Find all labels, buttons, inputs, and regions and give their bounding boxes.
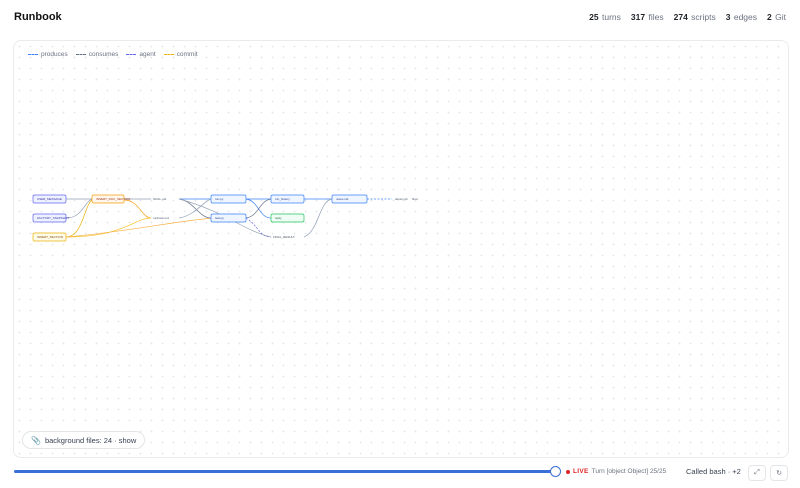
- svg-text:run.py: run.py: [215, 197, 224, 201]
- svg-text:USER_MESSAGE: USER_MESSAGE: [37, 197, 62, 201]
- timeline-fill: [14, 470, 556, 473]
- stat-edges: 3 edges: [725, 12, 758, 22]
- graph-node[interactable]: FACTORY_SNAPSHOT: [32, 213, 69, 223]
- graph-node[interactable]: run.py: [210, 194, 247, 204]
- graph-node[interactable]: reply: [270, 213, 305, 223]
- stat-scripts: 274 scripts: [673, 12, 716, 22]
- background-files-toggle[interactable]: 📎 background files: 24 · show: [22, 431, 146, 449]
- paperclip-icon: 📎: [31, 435, 41, 445]
- stats-bar: 25 turns 317 files 274 scripts 3 edges 2…: [589, 12, 786, 22]
- graph-node[interactable]: SKILL.md: [153, 197, 167, 201]
- timeline-slider[interactable]: [14, 466, 561, 477]
- svg-text:SKILL.md: SKILL.md: [153, 197, 167, 201]
- stat-git: 2 Git: [767, 12, 786, 22]
- called-status: Called bash · +2: [686, 467, 741, 476]
- graph-canvas[interactable]: produces consumes agent commit USER_MESS…: [13, 40, 789, 458]
- stat-turns: 25 turns: [589, 12, 621, 22]
- app-title: Runbook: [14, 11, 62, 23]
- expand-icon: ⤢: [754, 469, 760, 476]
- graph-node[interactable]: run_history: [270, 194, 305, 204]
- graph-node[interactable]: notes.md: [331, 194, 368, 204]
- graph-node[interactable]: deploy.sh: [395, 197, 408, 201]
- expand-button[interactable]: ⤢: [748, 465, 766, 481]
- timeline-thumb[interactable]: [550, 466, 561, 477]
- timeline-bar: LIVE Turn [object Object] 25/25 Called b…: [0, 458, 800, 488]
- graph-node[interactable]: test.py: [210, 213, 247, 223]
- svg-text:reply: reply: [275, 216, 282, 220]
- live-dot-icon: [566, 469, 570, 474]
- svg-text:notes.md: notes.md: [336, 197, 349, 201]
- graph-node[interactable]: final: [412, 197, 418, 201]
- graph-node[interactable]: INSERT_SECTION: [32, 232, 67, 242]
- header: Runbook 25 turns 317 files 274 scripts 3…: [0, 0, 800, 34]
- stat-files: 317 files: [630, 12, 664, 22]
- svg-text:INSERT_DOC_SECTION: INSERT_DOC_SECTION: [96, 197, 130, 201]
- turn-status: Turn [object Object] 25/25: [591, 468, 667, 475]
- svg-text:run_history: run_history: [275, 197, 290, 201]
- graph-node[interactable]: FINAL_RESULT: [273, 235, 295, 239]
- svg-text:INSERT_SECTION: INSERT_SECTION: [37, 235, 63, 239]
- svg-text:FINAL_RESULT: FINAL_RESULT: [273, 235, 295, 239]
- graph-node[interactable]: USER_MESSAGE: [32, 194, 67, 204]
- svg-text:FACTORY_SNAPSHOT: FACTORY_SNAPSHOT: [37, 216, 69, 220]
- svg-text:final: final: [412, 197, 418, 201]
- reset-icon: ↻: [776, 470, 782, 477]
- svg-text:test.py: test.py: [215, 216, 224, 220]
- graph-node[interactable]: runbook.md: [153, 216, 169, 220]
- svg-text:deploy.sh: deploy.sh: [395, 197, 408, 201]
- live-status: LIVE Turn [object Object] 25/25: [566, 468, 666, 475]
- graph-node[interactable]: INSERT_DOC_SECTION: [91, 194, 130, 204]
- dependency-graph[interactable]: USER_MESSAGE FACTORY_SNAPSHOT INSERT_SEC…: [14, 41, 788, 457]
- svg-text:runbook.md: runbook.md: [153, 216, 169, 220]
- reset-button[interactable]: ↻: [770, 465, 788, 481]
- background-files-label: background files: 24 · show: [44, 435, 137, 445]
- live-label: LIVE: [573, 468, 589, 475]
